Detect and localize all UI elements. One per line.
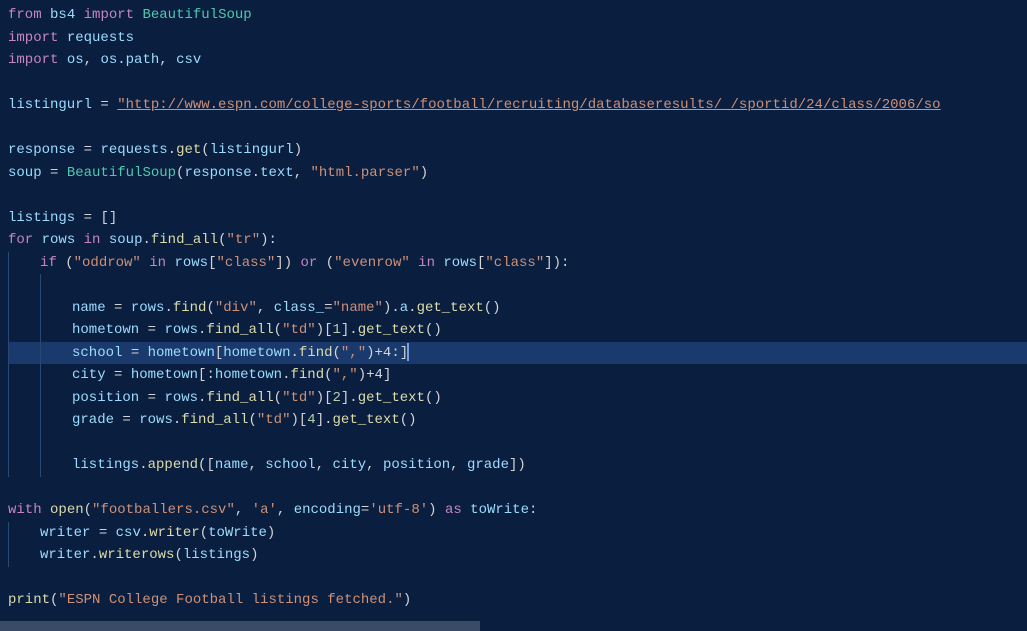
- module-os: os: [67, 52, 84, 68]
- code-line[interactable]: [8, 432, 1027, 455]
- code-line[interactable]: print("ESPN College Football listings fe…: [8, 589, 1027, 612]
- code-line[interactable]: [8, 274, 1027, 297]
- module-bs4: bs4: [50, 7, 75, 23]
- var-school: school: [72, 345, 122, 361]
- code-line[interactable]: for rows in soup.find_all("tr"):: [8, 229, 1027, 252]
- fn-get: get: [176, 142, 201, 158]
- keyword-from: from: [8, 7, 42, 23]
- fn-open: open: [50, 502, 84, 518]
- code-line[interactable]: import os, os.path, csv: [8, 49, 1027, 72]
- code-line[interactable]: if ("oddrow" in rows["class"]) or ("even…: [8, 252, 1027, 275]
- var-city: city: [72, 367, 106, 383]
- code-line[interactable]: with open("footballers.csv", 'a', encodi…: [8, 499, 1027, 522]
- horizontal-scrollbar[interactable]: [0, 621, 1027, 631]
- code-line[interactable]: [8, 72, 1027, 95]
- code-line[interactable]: from bs4 import BeautifulSoup: [8, 4, 1027, 27]
- var-listingurl: listingurl: [8, 97, 92, 113]
- module-ospath: os.path: [100, 52, 159, 68]
- code-line[interactable]: listings.append([name, school, city, pos…: [8, 454, 1027, 477]
- string-url: "http://www.espn.com/college-sports/foot…: [117, 97, 940, 113]
- code-line[interactable]: import requests: [8, 27, 1027, 50]
- var-response: response: [8, 142, 75, 158]
- class-beautifulsoup: BeautifulSoup: [142, 7, 251, 23]
- code-line[interactable]: [8, 477, 1027, 500]
- var-listings: listings: [8, 210, 75, 226]
- keyword-for: for: [8, 232, 33, 248]
- var-hometown: hometown: [72, 322, 139, 338]
- code-line[interactable]: listingurl = "http://www.espn.com/colleg…: [8, 94, 1027, 117]
- keyword-import: import: [8, 52, 58, 68]
- keyword-if: if: [40, 255, 57, 271]
- code-line[interactable]: writer = csv.writer(toWrite): [8, 522, 1027, 545]
- fn-print: print: [8, 592, 50, 608]
- code-line[interactable]: grade = rows.find_all("td")[4].get_text(…: [8, 409, 1027, 432]
- fn-append: append: [148, 457, 198, 473]
- code-line[interactable]: [8, 184, 1027, 207]
- keyword-with: with: [8, 502, 42, 518]
- code-line[interactable]: city = hometown[:hometown.find(",")+4]: [8, 364, 1027, 387]
- code-line-active[interactable]: school = hometown[hometown.find(",")+4:]: [8, 342, 1027, 365]
- var-writer: writer: [40, 525, 90, 541]
- var-position: position: [72, 390, 139, 406]
- code-line[interactable]: [8, 117, 1027, 140]
- code-line[interactable]: response = requests.get(listingurl): [8, 139, 1027, 162]
- text-cursor: [407, 343, 409, 361]
- var-soup: soup: [8, 165, 42, 181]
- module-requests: requests: [67, 30, 134, 46]
- code-line[interactable]: listings = []: [8, 207, 1027, 230]
- code-line[interactable]: hometown = rows.find_all("td")[1].get_te…: [8, 319, 1027, 342]
- code-line[interactable]: soup = BeautifulSoup(response.text, "htm…: [8, 162, 1027, 185]
- var-name: name: [72, 300, 106, 316]
- fn-writerows: writerows: [99, 547, 175, 563]
- code-editor[interactable]: from bs4 import BeautifulSoup import req…: [0, 0, 1027, 612]
- var-grade: grade: [72, 412, 114, 428]
- code-line[interactable]: [8, 567, 1027, 590]
- scrollbar-thumb[interactable]: [0, 621, 480, 631]
- code-line[interactable]: name = rows.find("div", class_="name").a…: [8, 297, 1027, 320]
- keyword-import: import: [8, 30, 58, 46]
- module-csv: csv: [176, 52, 201, 68]
- code-line[interactable]: writer.writerows(listings): [8, 544, 1027, 567]
- keyword-import: import: [84, 7, 134, 23]
- code-line[interactable]: position = rows.find_all("td")[2].get_te…: [8, 387, 1027, 410]
